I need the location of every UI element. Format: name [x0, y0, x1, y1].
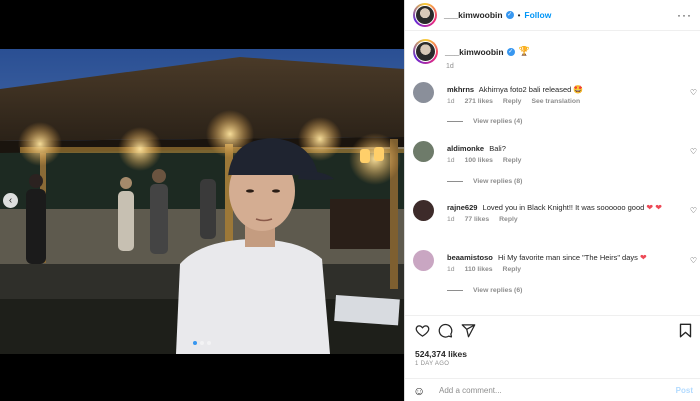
comment-avatar[interactable]: [413, 200, 434, 221]
author-avatar-photo: [416, 6, 434, 24]
comment-text: Hi My favorite man since "The Heirs" day…: [497, 253, 638, 262]
caption-author-username[interactable]: ___kimwoobin: [445, 47, 504, 57]
post-timestamp[interactable]: 1 DAY AGO: [415, 361, 449, 367]
red-heart-emoji: ❤: [646, 203, 654, 212]
red-heart-emoji: ❤: [655, 203, 662, 212]
more-options-icon[interactable]: ···: [677, 8, 692, 22]
comment-text: Loved you in Black Knight!! It was soooo…: [482, 203, 645, 212]
carousel-indicator: [193, 341, 211, 345]
comment-emoji: 🤩: [573, 85, 584, 94]
comment-avatar[interactable]: [413, 250, 434, 271]
likes-count[interactable]: 524,374 likes: [415, 349, 467, 359]
comment-like-heart-icon[interactable]: ♡: [690, 256, 697, 265]
comment-username[interactable]: aldimonke: [447, 144, 484, 153]
comment-reply-button[interactable]: Reply: [503, 155, 522, 166]
comment-avatar[interactable]: [413, 141, 434, 162]
comment-likes[interactable]: 77 likes: [465, 214, 490, 225]
caption-avatar-inner: [415, 41, 436, 62]
see-translation-link[interactable]: See translation: [531, 96, 580, 107]
view-replies-button[interactable]: View replies (6): [447, 287, 522, 294]
comment-avatar[interactable]: [413, 82, 434, 103]
view-replies-button[interactable]: View replies (8): [447, 178, 522, 185]
verified-badge-icon: ✓: [505, 11, 514, 19]
carousel-prev-button[interactable]: ‹: [3, 193, 18, 208]
comment-time[interactable]: 1d: [447, 155, 455, 166]
author-avatar[interactable]: [413, 3, 437, 27]
carousel-dot: [207, 341, 211, 345]
comment-like-heart-icon[interactable]: ♡: [690, 88, 697, 97]
carousel-dot: [193, 341, 197, 345]
comment-reply-button[interactable]: Reply: [503, 264, 522, 275]
comments-list[interactable]: mkhrns Akhirnya foto2 bali released 🤩 1d…: [413, 78, 697, 315]
view-replies-label: View replies (8): [473, 178, 523, 185]
like-heart-icon[interactable]: [415, 323, 430, 338]
save-bookmark-icon[interactable]: [679, 323, 692, 338]
comment-text: Bali?: [489, 144, 506, 153]
follow-button[interactable]: Follow: [524, 10, 551, 20]
comment-likes[interactable]: 100 likes: [465, 155, 493, 166]
comment-reply-button[interactable]: Reply: [499, 214, 518, 225]
comment-time[interactable]: 1d: [447, 264, 455, 275]
carousel-dot: [200, 341, 204, 345]
comment-username[interactable]: beaamistoso: [447, 253, 493, 262]
verified-badge-icon: ✓: [506, 47, 515, 56]
trophy-emoji: 🏆: [518, 46, 530, 56]
post-comment-button[interactable]: Post: [676, 386, 693, 395]
post-side-panel: ___kimwoobin ✓ • Follow ··· ___kimwoobin…: [404, 0, 700, 401]
comment-likes[interactable]: 110 likes: [465, 264, 493, 275]
post-actions: 524,374 likes 1 DAY AGO ☺ Post: [405, 315, 700, 401]
view-replies-label: View replies (4): [473, 118, 523, 125]
photo-illustration: [0, 49, 404, 354]
author-avatar-inner: [415, 5, 435, 25]
comment-composer: ☺ Post: [405, 378, 700, 401]
comment-time[interactable]: 1d: [447, 214, 455, 225]
post-media: ‹: [0, 0, 404, 401]
comment-username[interactable]: mkhrns: [447, 85, 474, 94]
action-icons-row: [413, 323, 693, 341]
caption-author-avatar[interactable]: [413, 39, 438, 64]
author-username[interactable]: ___kimwoobin: [444, 10, 503, 20]
comment-time[interactable]: 1d: [447, 96, 455, 107]
comment-like-heart-icon[interactable]: ♡: [690, 206, 697, 215]
share-paper-plane-icon[interactable]: [461, 323, 476, 338]
emoji-picker-icon[interactable]: ☺: [413, 384, 431, 398]
comment-bubble-icon[interactable]: [438, 323, 453, 338]
comment-reply-button[interactable]: Reply: [503, 96, 522, 107]
caption-timestamp[interactable]: 1d: [446, 63, 693, 70]
caption-avatar-photo: [416, 42, 435, 61]
comment-like-heart-icon[interactable]: ♡: [690, 147, 697, 156]
comment-text: Akhirnya foto2 bali released: [478, 85, 572, 94]
red-heart-emoji: ❤: [640, 253, 647, 262]
view-replies-button[interactable]: View replies (4): [447, 118, 522, 125]
comment-username[interactable]: rajne629: [447, 203, 477, 212]
view-replies-label: View replies (6): [473, 287, 523, 294]
comment-likes[interactable]: 271 likes: [465, 96, 493, 107]
post-photo[interactable]: [0, 49, 404, 354]
post-caption: ___kimwoobin ✓ 🏆 1d: [413, 39, 693, 70]
header-separator: •: [517, 10, 521, 20]
comment-input[interactable]: [439, 386, 659, 395]
post-header: ___kimwoobin ✓ • Follow ···: [405, 0, 700, 31]
